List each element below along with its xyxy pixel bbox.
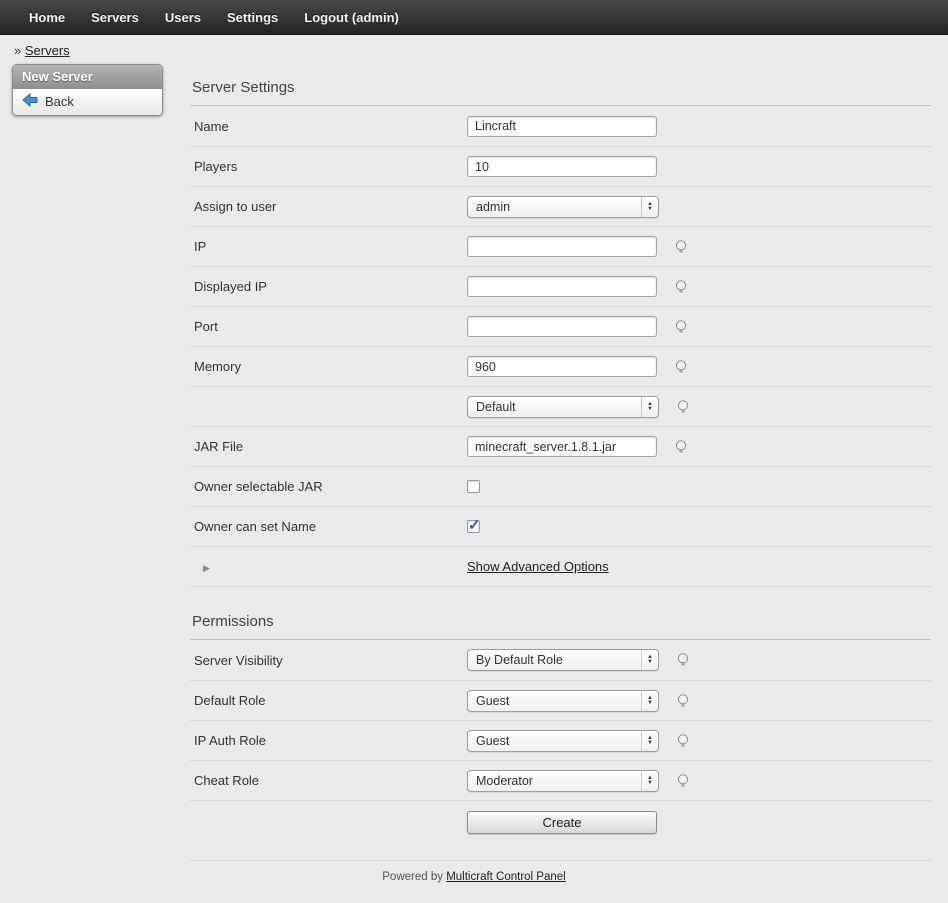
row-jar-file: JAR File <box>190 426 931 466</box>
field-label: Cheat Role <box>190 773 467 788</box>
row-players: Players <box>190 146 931 186</box>
row-memory: Memory <box>190 346 931 386</box>
field-label: IP Auth Role <box>190 733 467 748</box>
nav-item-users[interactable]: Users <box>152 10 214 25</box>
sidebar: New Server Back <box>12 64 163 116</box>
select-arrows-icon: ▲▼ <box>641 650 658 670</box>
show-advanced-options-link[interactable]: Show Advanced Options <box>467 559 609 574</box>
cheat-role-select[interactable]: Moderator ▲▼ <box>467 770 659 792</box>
help-bulb-icon[interactable] <box>673 319 689 335</box>
help-bulb-icon[interactable] <box>673 439 689 455</box>
row-ip: IP <box>190 226 931 266</box>
select-arrows-icon: ▲▼ <box>641 771 658 791</box>
field-label: Owner selectable JAR <box>190 479 467 494</box>
owner-selectable-jar-checkbox[interactable] <box>467 480 480 493</box>
assign-to-user-select[interactable]: admin ▲▼ <box>467 196 659 218</box>
nav-item-logout[interactable]: Logout (admin) <box>291 10 412 25</box>
field-label: Assign to user <box>190 199 467 214</box>
field-label: IP <box>190 239 467 254</box>
help-bulb-icon[interactable] <box>675 693 691 709</box>
select-arrows-icon: ▲▼ <box>641 197 658 217</box>
field-label: Memory <box>190 359 467 374</box>
breadcrumb-link-servers[interactable]: Servers <box>25 43 70 58</box>
owner-can-set-name-checkbox[interactable] <box>467 520 480 533</box>
top-nav: Home Servers Users Settings Logout (admi… <box>0 0 948 35</box>
sidebar-title: New Server <box>13 65 162 89</box>
row-displayed-ip: Displayed IP <box>190 266 931 306</box>
memory-input[interactable] <box>467 356 657 377</box>
row-owner-can-set-name: Owner can set Name <box>190 506 931 546</box>
server-visibility-select[interactable]: By Default Role ▲▼ <box>467 649 659 671</box>
row-assign-to-user: Assign to user admin ▲▼ <box>190 186 931 226</box>
field-label: Owner can set Name <box>190 519 467 534</box>
row-ip-auth-role: IP Auth Role Guest ▲▼ <box>190 720 931 760</box>
row-memory-preset: Default ▲▼ <box>190 386 931 426</box>
row-server-visibility: Server Visibility By Default Role ▲▼ <box>190 640 931 680</box>
footer-link-multicraft[interactable]: Multicraft Control Panel <box>446 871 566 883</box>
help-bulb-icon[interactable] <box>675 733 691 749</box>
back-button[interactable]: Back <box>13 89 162 115</box>
server-settings-rows: Name Players Assign to user admin ▲▼ IP <box>190 106 931 587</box>
select-value: Moderator <box>476 774 533 788</box>
help-bulb-icon[interactable] <box>673 239 689 255</box>
ip-input[interactable] <box>467 236 657 257</box>
select-arrows-icon: ▲▼ <box>641 691 658 711</box>
jar-file-input[interactable] <box>467 436 657 457</box>
select-value: Guest <box>476 694 509 708</box>
help-bulb-icon[interactable] <box>675 773 691 789</box>
back-label: Back <box>45 94 74 109</box>
advanced-disclosure: ▶ <box>190 559 467 574</box>
permissions-rows: Server Visibility By Default Role ▲▼ Def… <box>190 640 931 801</box>
footer-text: Powered by <box>382 871 443 883</box>
default-role-select[interactable]: Guest ▲▼ <box>467 690 659 712</box>
nav-item-settings[interactable]: Settings <box>214 10 291 25</box>
help-bulb-icon[interactable] <box>675 652 691 668</box>
players-input[interactable] <box>467 156 657 177</box>
breadcrumb: » Servers <box>0 35 948 58</box>
port-input[interactable] <box>467 316 657 337</box>
row-cheat-role: Cheat Role Moderator ▲▼ <box>190 760 931 800</box>
field-label: Server Visibility <box>190 653 467 668</box>
row-name: Name <box>190 106 931 146</box>
ip-auth-role-select[interactable]: Guest ▲▼ <box>467 730 659 752</box>
section-title-server-settings: Server Settings <box>190 58 931 106</box>
section-title-permissions: Permissions <box>190 587 931 640</box>
field-label: JAR File <box>190 439 467 454</box>
back-arrow-icon <box>22 93 38 110</box>
nav-item-home[interactable]: Home <box>16 10 78 25</box>
main-content: Server Settings Name Players Assign to u… <box>190 58 931 861</box>
field-label: Default Role <box>190 693 467 708</box>
select-value: By Default Role <box>476 653 563 667</box>
footer: Powered by Multicraft Control Panel <box>0 861 948 883</box>
displayed-ip-input[interactable] <box>467 276 657 297</box>
select-value: Guest <box>476 734 509 748</box>
breadcrumb-prefix: » <box>14 43 21 58</box>
field-label: Port <box>190 319 467 334</box>
select-value: admin <box>476 200 510 214</box>
memory-preset-select[interactable]: Default ▲▼ <box>467 396 659 418</box>
row-advanced-options: ▶ Show Advanced Options <box>190 546 931 586</box>
field-label: Name <box>190 119 467 134</box>
field-label: Players <box>190 159 467 174</box>
create-row: Create <box>190 801 931 846</box>
help-bulb-icon[interactable] <box>673 359 689 375</box>
select-arrows-icon: ▲▼ <box>641 397 658 417</box>
nav-item-servers[interactable]: Servers <box>78 10 152 25</box>
create-button[interactable]: Create <box>467 811 657 834</box>
row-default-role: Default Role Guest ▲▼ <box>190 680 931 720</box>
disclosure-triangle-icon[interactable]: ▶ <box>194 563 210 573</box>
help-bulb-icon[interactable] <box>675 399 691 415</box>
field-label: Displayed IP <box>190 279 467 294</box>
select-value: Default <box>476 400 516 414</box>
name-input[interactable] <box>467 116 657 137</box>
row-port: Port <box>190 306 931 346</box>
help-bulb-icon[interactable] <box>673 279 689 295</box>
select-arrows-icon: ▲▼ <box>641 731 658 751</box>
row-owner-selectable-jar: Owner selectable JAR <box>190 466 931 506</box>
